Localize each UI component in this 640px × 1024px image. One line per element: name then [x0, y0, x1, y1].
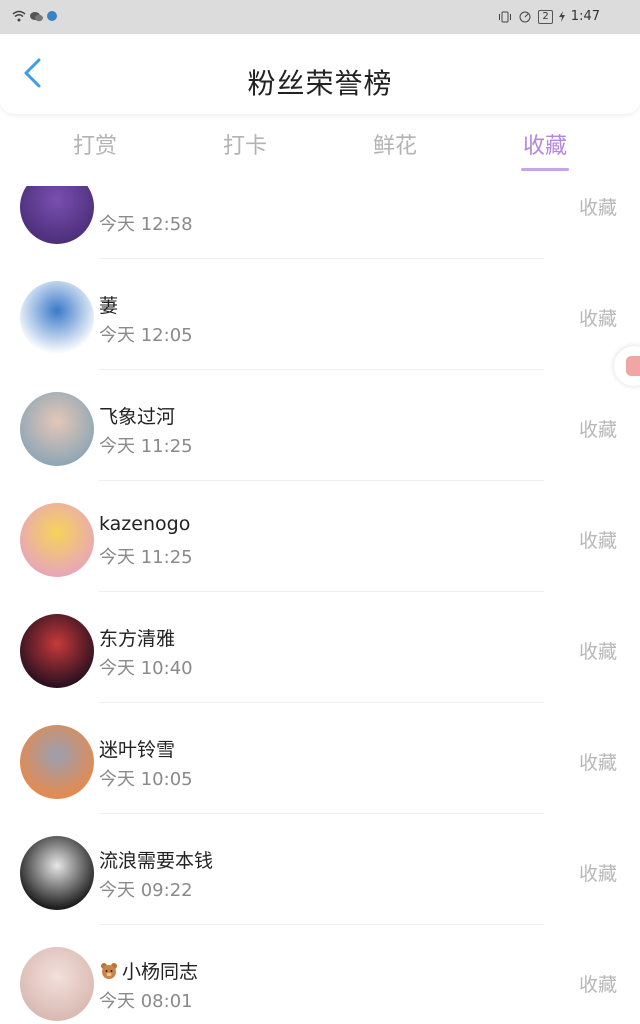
avatar[interactable] [20, 503, 94, 577]
user-name-text: 萋 [99, 295, 119, 317]
user-name-text: 东方清雅 [99, 628, 176, 650]
battery-level: 2 [538, 9, 553, 24]
user-name-text: 小杨同志 [122, 961, 199, 983]
status-time: 1:47 [570, 9, 600, 24]
action-label: 收藏 [579, 197, 618, 219]
user-name: 飞象过河 [99, 402, 175, 429]
list-item[interactable]: 飞象过河今天 11:25 收藏 [0, 370, 640, 481]
favorite-time: 今天 10:05 [99, 769, 193, 790]
active-tab-indicator [521, 168, 569, 171]
user-name: 迷叶铃雪 [99, 735, 175, 762]
action-label: 收藏 [579, 641, 618, 663]
tab-flowers[interactable]: 鲜花 [345, 128, 445, 160]
status-left-icons [12, 10, 57, 22]
fan-list-content: 今天 12:58 收藏萋今天 12:05 收藏 飞象过河 今天 11:25 收藏 kazen… [0, 186, 640, 1024]
user-name-text: 迷叶铃雪 [99, 739, 176, 761]
favorite-time: 今天 12:58 [99, 214, 193, 235]
wifi-icon [12, 10, 26, 22]
avatar[interactable] [20, 836, 94, 910]
favorite-time: 今天 11:25 [99, 436, 193, 457]
user-name: 小杨同志 [99, 957, 198, 984]
action-label: 收藏 [579, 308, 618, 330]
favorite-time: 今天 12:05 [99, 325, 193, 346]
tab-checkin[interactable]: 打卡 [195, 128, 295, 160]
tab-bar: 打赏 打卡 鲜花 收藏 [0, 118, 640, 174]
avatar[interactable] [20, 186, 94, 244]
user-name: 东方清雅 [99, 624, 175, 651]
list-item[interactable]: 流浪需要本钱 今天 09:22 收藏 [0, 814, 640, 925]
status-right-icons: 2 1:47 [498, 9, 600, 24]
user-name: kazenogo [99, 513, 190, 535]
assistant-icon [626, 356, 640, 376]
action-label: 收藏 [579, 419, 618, 441]
tab-reward[interactable]: 打赏 [45, 128, 145, 160]
list-item[interactable]: 萋今天 12:05 收藏 [0, 259, 640, 370]
user-name: 萋 [99, 291, 118, 318]
bear-emoji-icon [99, 961, 119, 981]
list-item[interactable]: 迷叶铃雪今天 10:05 收藏 [0, 703, 640, 814]
user-name: 流浪需要本钱 [99, 846, 213, 873]
speed-icon [519, 11, 531, 22]
favorite-time: 今天 09:22 [99, 880, 193, 901]
list-item[interactable]: 东方清雅今天 10:40 收藏 [0, 592, 640, 703]
charging-icon [558, 11, 565, 22]
user-name-text: kazenogo [99, 513, 191, 535]
favorite-time: 今天 11:25 [99, 547, 193, 568]
avatar[interactable] [20, 725, 94, 799]
action-label: 收藏 [579, 974, 618, 996]
favorite-time: 今天 10:40 [99, 658, 193, 679]
user-name-text: 飞象过河 [99, 406, 176, 428]
list-item[interactable]: 今天 12:58 收藏 [0, 186, 640, 259]
avatar[interactable] [20, 947, 94, 1021]
list-item[interactable]: 小杨同志今天 08:01 收藏 [0, 925, 640, 1024]
app-notification-icon [47, 11, 57, 21]
action-label: 收藏 [579, 863, 618, 885]
action-label: 收藏 [579, 530, 618, 552]
app-header: 粉丝荣誉榜 [0, 34, 640, 114]
avatar[interactable] [20, 281, 94, 355]
avatar[interactable] [20, 614, 94, 688]
user-name-text: 流浪需要本钱 [99, 850, 214, 872]
favorite-time: 今天 08:01 [99, 991, 193, 1012]
action-label: 收藏 [579, 752, 618, 774]
page-title: 粉丝荣誉榜 [247, 67, 393, 100]
chat-icon [30, 11, 43, 21]
list-item[interactable]: kazenogo 今天 11:25 收藏 [0, 481, 640, 592]
status-bar: 2 1:47 [0, 0, 640, 34]
vibrate-icon [499, 11, 512, 22]
tab-favorites[interactable]: 收藏 [495, 128, 595, 160]
avatar[interactable] [20, 392, 94, 466]
fan-list[interactable]: 今天 12:58 收藏萋今天 12:05 收藏 飞象过河 今天 11:25 收藏 kazen… [0, 186, 640, 1024]
